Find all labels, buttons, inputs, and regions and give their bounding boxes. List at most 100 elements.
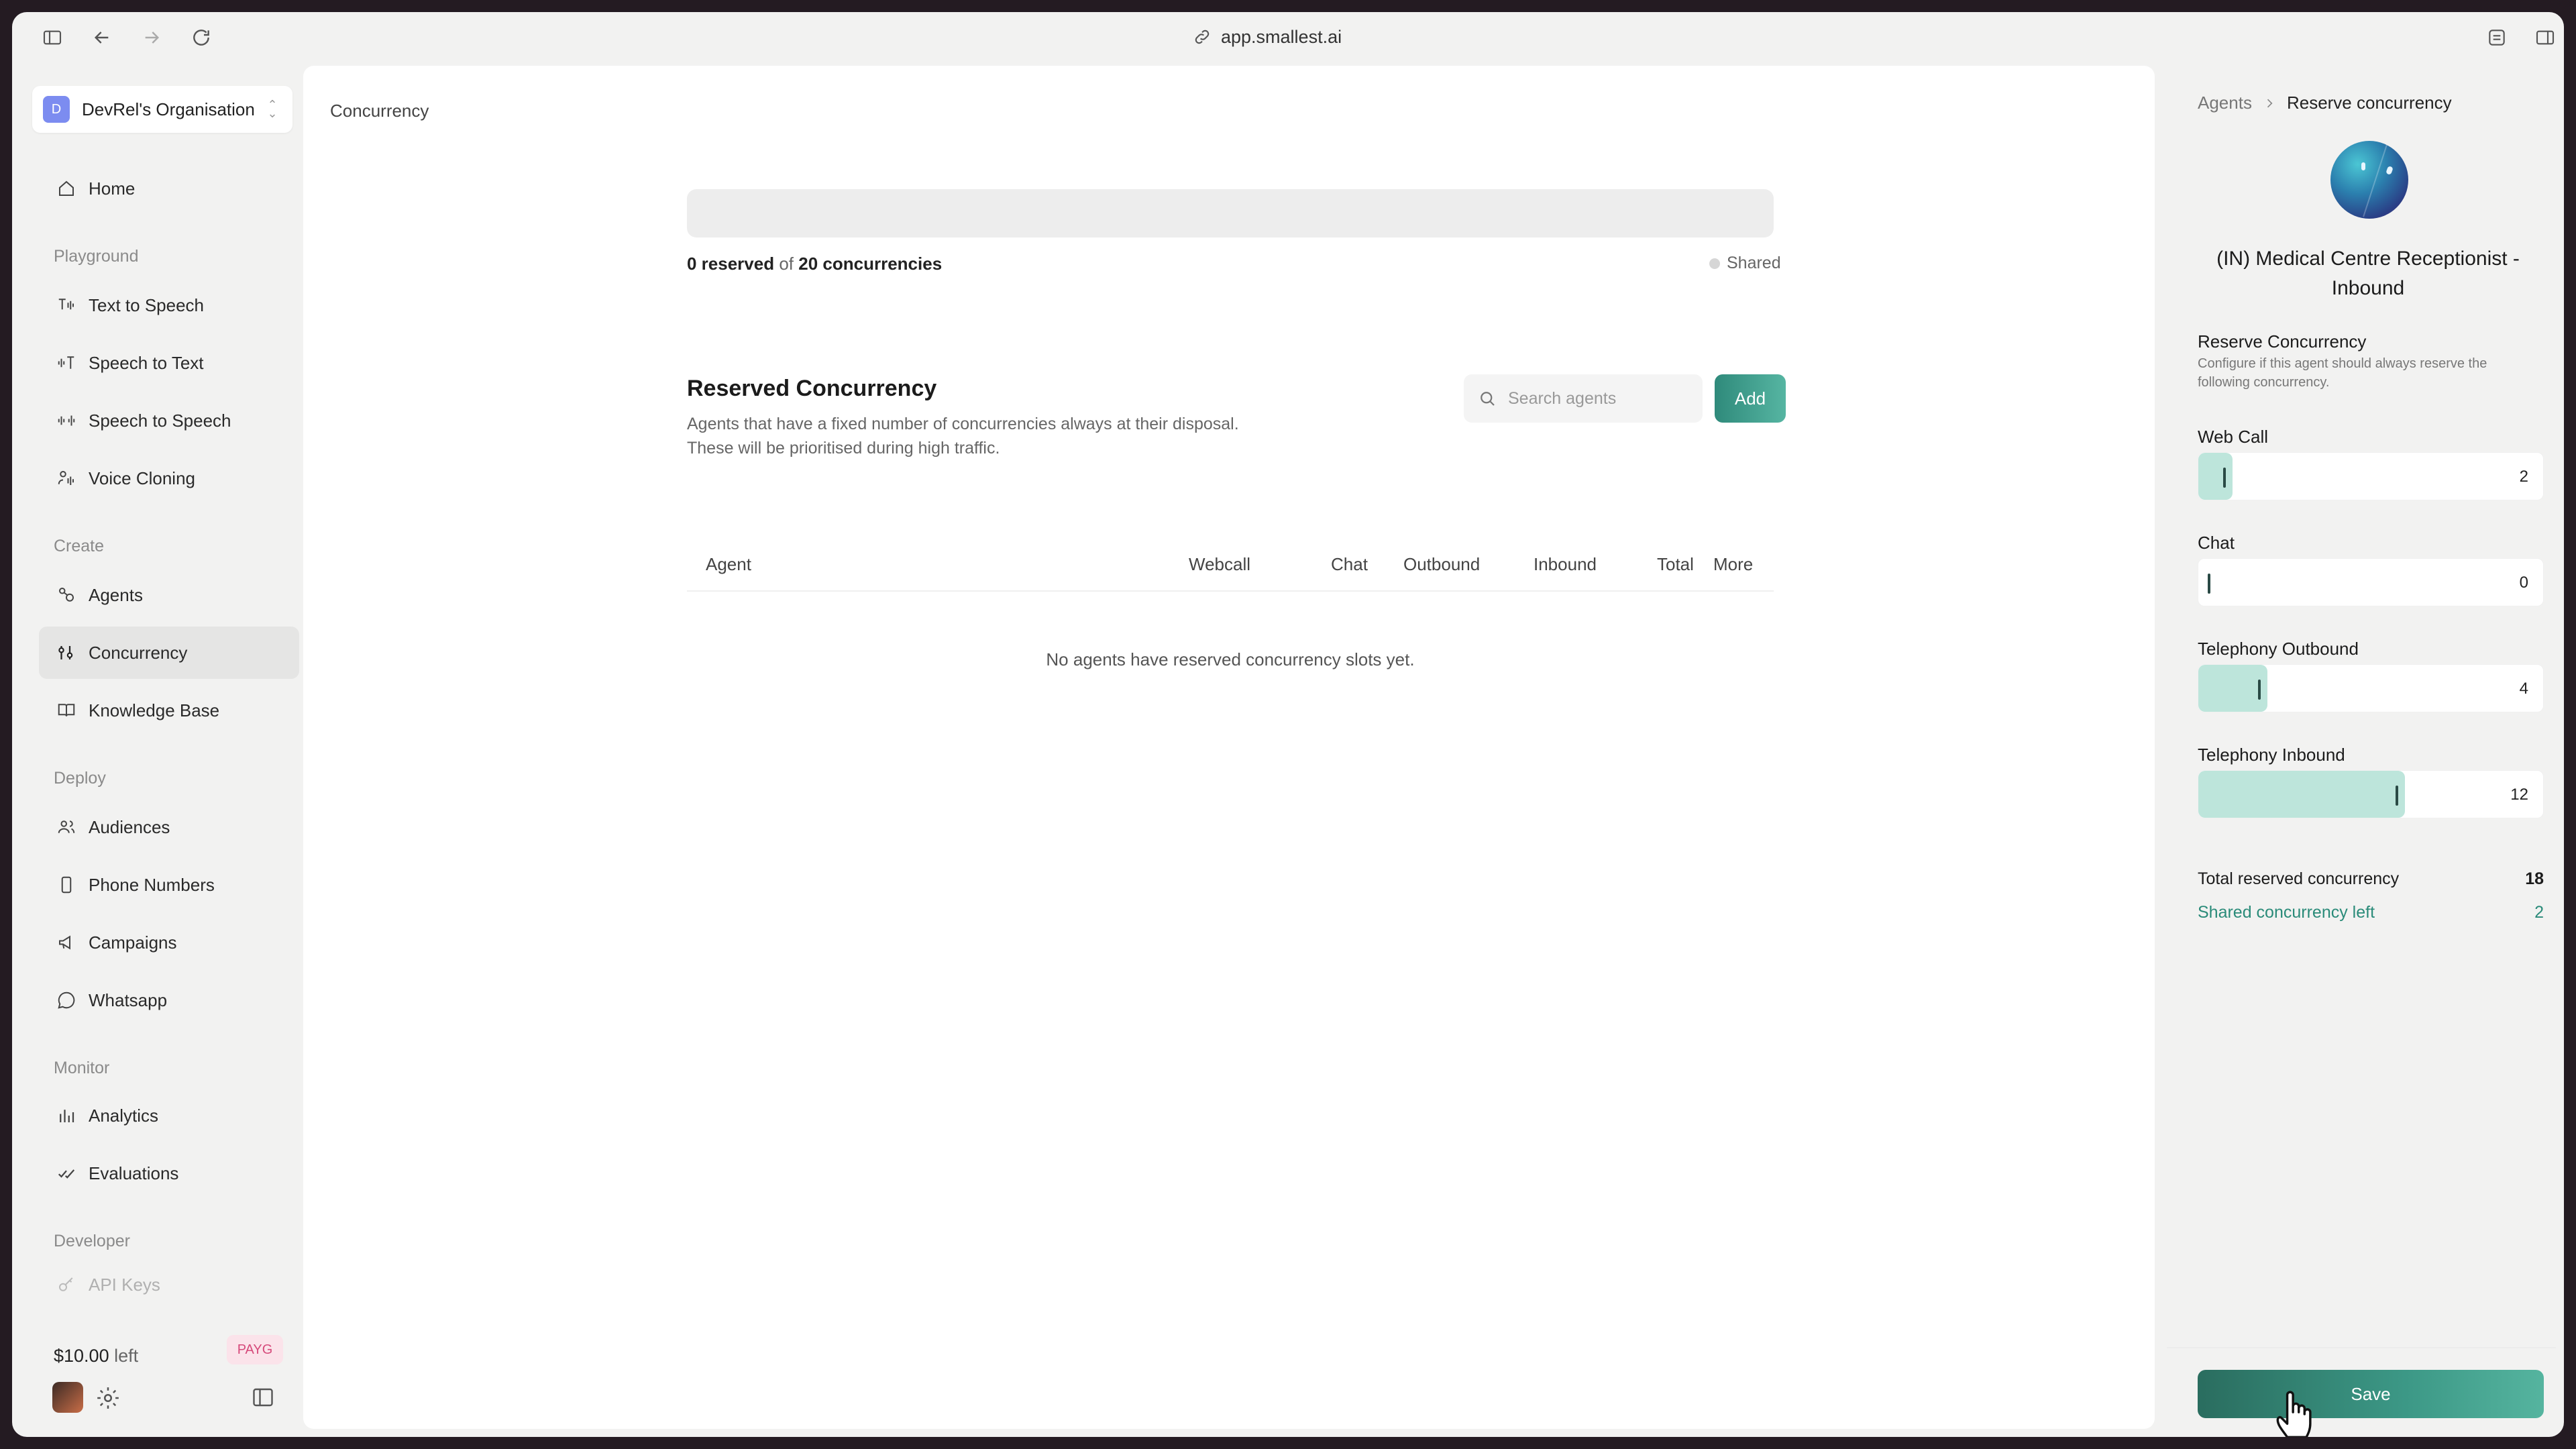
total-reserved-value: 18 <box>2525 869 2544 888</box>
usage-reserved: 0 reserved <box>687 254 775 274</box>
megaphone-icon <box>59 935 70 950</box>
forward-arrow-icon[interactable] <box>138 24 165 51</box>
sidebar-item-text-to-speech[interactable]: Text to Speech <box>39 279 299 331</box>
chat-slider[interactable]: 0 <box>2198 558 2544 606</box>
sidebar-item-label: Concurrency <box>89 642 188 663</box>
sidebar-collapse-icon[interactable] <box>251 1385 275 1409</box>
avatar-eye-right <box>2385 165 2394 176</box>
users-icon <box>58 820 75 833</box>
reserved-concurrency-description: Agents that have a fixed number of concu… <box>687 412 1358 460</box>
sidebar-toggle-icon[interactable] <box>39 24 66 51</box>
breadcrumb-agents-link[interactable]: Agents <box>2198 93 2252 113</box>
telephony-inbound-slider[interactable]: 12 <box>2198 770 2544 818</box>
sidebar-item-evaluations[interactable]: Evaluations <box>39 1147 299 1199</box>
sidebar-item-label: Agents <box>89 584 143 605</box>
section-deploy: Deploy <box>54 769 106 788</box>
search-icon <box>1481 392 1495 406</box>
split-view-icon[interactable] <box>2532 24 2559 51</box>
col-total: Total <box>1657 554 1694 574</box>
search-input[interactable] <box>1508 388 1696 409</box>
usage-total: 20 concurrencies <box>798 254 943 274</box>
sidebar-item-concurrency[interactable]: Concurrency <box>39 627 299 679</box>
add-button[interactable]: Add <box>1715 374 1786 423</box>
sidebar-item-api-keys[interactable]: API Keys <box>39 1258 299 1311</box>
sidebar-item-label: Campaigns <box>89 932 177 953</box>
usage-of: of <box>779 254 794 274</box>
app-window: app.smallest.ai D DevRel's Organisation … <box>12 12 2564 1437</box>
sidebar-item-phone-numbers[interactable]: Phone Numbers <box>39 859 299 911</box>
table-header: Agent Webcall Chat Outbound Inbound Tota… <box>687 541 1774 592</box>
sidebar-item-label: Audiences <box>89 816 170 837</box>
chat-label: Chat <box>2198 533 2235 553</box>
telephony-inbound-label: Telephony Inbound <box>2198 745 2345 765</box>
sidebar-item-audiences[interactable]: Audiences <box>39 801 299 853</box>
sidebar-item-label: Text to Speech <box>89 294 204 315</box>
sidebar-item-campaigns[interactable]: Campaigns <box>39 916 299 969</box>
gear-icon[interactable] <box>95 1385 121 1411</box>
col-inbound: Inbound <box>1534 554 1597 574</box>
web-call-label: Web Call <box>2198 427 2269 447</box>
org-switcher[interactable]: D DevRel's Organisation ⌃ ⌄ <box>32 86 292 133</box>
sidebar-item-label: Speech to Text <box>89 352 204 373</box>
shared-left-value: 2 <box>2534 903 2544 922</box>
speech-to-text-icon <box>58 356 74 369</box>
agents-icon <box>59 588 74 602</box>
text-to-speech-icon <box>58 299 74 310</box>
extension-icon[interactable] <box>2483 24 2510 51</box>
voice-cloning-icon <box>58 471 74 485</box>
sidebar-item-label: API Keys <box>89 1274 160 1295</box>
sidebar-item-label: Home <box>89 178 136 199</box>
user-avatar[interactable] <box>52 1382 83 1413</box>
slider-fill <box>2198 771 2405 818</box>
sidebar-item-label: Whatsapp <box>89 989 168 1010</box>
telephony-outbound-label: Telephony Outbound <box>2198 639 2359 659</box>
url-text: app.smallest.ai <box>1221 26 1342 47</box>
reserved-concurrency-title: Reserved Concurrency <box>687 376 937 401</box>
search-agents <box>1464 374 1703 423</box>
reserve-concurrency-panel: Agents Reserve concurrency (IN) Medical … <box>2167 66 2556 1429</box>
slider-thumb[interactable] <box>2208 574 2210 594</box>
legend-shared: Shared <box>1727 254 1781 272</box>
reload-icon[interactable] <box>188 24 215 51</box>
sidebar-item-agents[interactable]: Agents <box>39 569 299 621</box>
section-create: Create <box>54 537 105 555</box>
reserve-concurrency-description: Configure if this agent should always re… <box>2198 356 2487 390</box>
col-more: More <box>1713 554 1754 574</box>
web-call-slider[interactable]: 2 <box>2198 452 2544 500</box>
hand-cursor-icon <box>2276 1391 2312 1437</box>
sidebar-item-label: Voice Cloning <box>89 468 195 488</box>
sidebar-item-knowledge-base[interactable]: Knowledge Base <box>39 684 299 737</box>
org-avatar: D <box>43 96 70 123</box>
shared-left-row: Shared concurrency left 2 <box>2198 903 2544 922</box>
save-button[interactable]: Save <box>2198 1370 2544 1418</box>
reserve-concurrency-heading: Reserve Concurrency <box>2198 331 2367 352</box>
address-bar[interactable]: app.smallest.ai <box>1193 24 1342 50</box>
empty-state-message: No agents have reserved concurrency slot… <box>1046 649 1415 669</box>
telephony-outbound-slider[interactable]: 4 <box>2198 664 2544 712</box>
legend-dot <box>1709 258 1720 269</box>
panel-divider <box>2167 1347 2556 1348</box>
chat-bubble-icon <box>58 991 75 1009</box>
sidebar: D DevRel's Organisation ⌃ ⌄ Home Playgrou… <box>25 74 301 1422</box>
concurrency-usage-bar <box>687 189 1774 237</box>
sidebar-item-speech-to-text[interactable]: Speech to Text <box>39 337 299 389</box>
description-line-2: These will be prioritised during high tr… <box>687 439 1000 458</box>
col-agent: Agent <box>706 554 751 574</box>
back-arrow-icon[interactable] <box>89 24 115 51</box>
slider-thumb[interactable] <box>2258 680 2261 700</box>
link-icon <box>1195 30 1210 44</box>
sidebar-item-label: Evaluations <box>89 1163 179 1183</box>
agent-name: (IN) Medical Centre Receptionist - Inbou… <box>2216 248 2520 299</box>
sidebar-item-speech-to-speech[interactable]: Speech to Speech <box>39 394 299 447</box>
total-reserved-label: Total reserved concurrency <box>2198 869 2400 888</box>
sidebar-item-analytics[interactable]: Analytics <box>39 1089 299 1142</box>
shared-left-label: Shared concurrency left <box>2198 903 2375 922</box>
col-outbound: Outbound <box>1403 554 1481 574</box>
slider-thumb[interactable] <box>2223 468 2226 488</box>
org-name: DevRel's Organisation <box>82 99 255 119</box>
slider-thumb[interactable] <box>2396 786 2398 806</box>
double-check-icon <box>58 1169 75 1179</box>
sidebar-item-whatsapp[interactable]: Whatsapp <box>39 974 299 1026</box>
sidebar-item-home[interactable]: Home <box>39 162 299 215</box>
sidebar-item-voice-cloning[interactable]: Voice Cloning <box>39 452 299 504</box>
